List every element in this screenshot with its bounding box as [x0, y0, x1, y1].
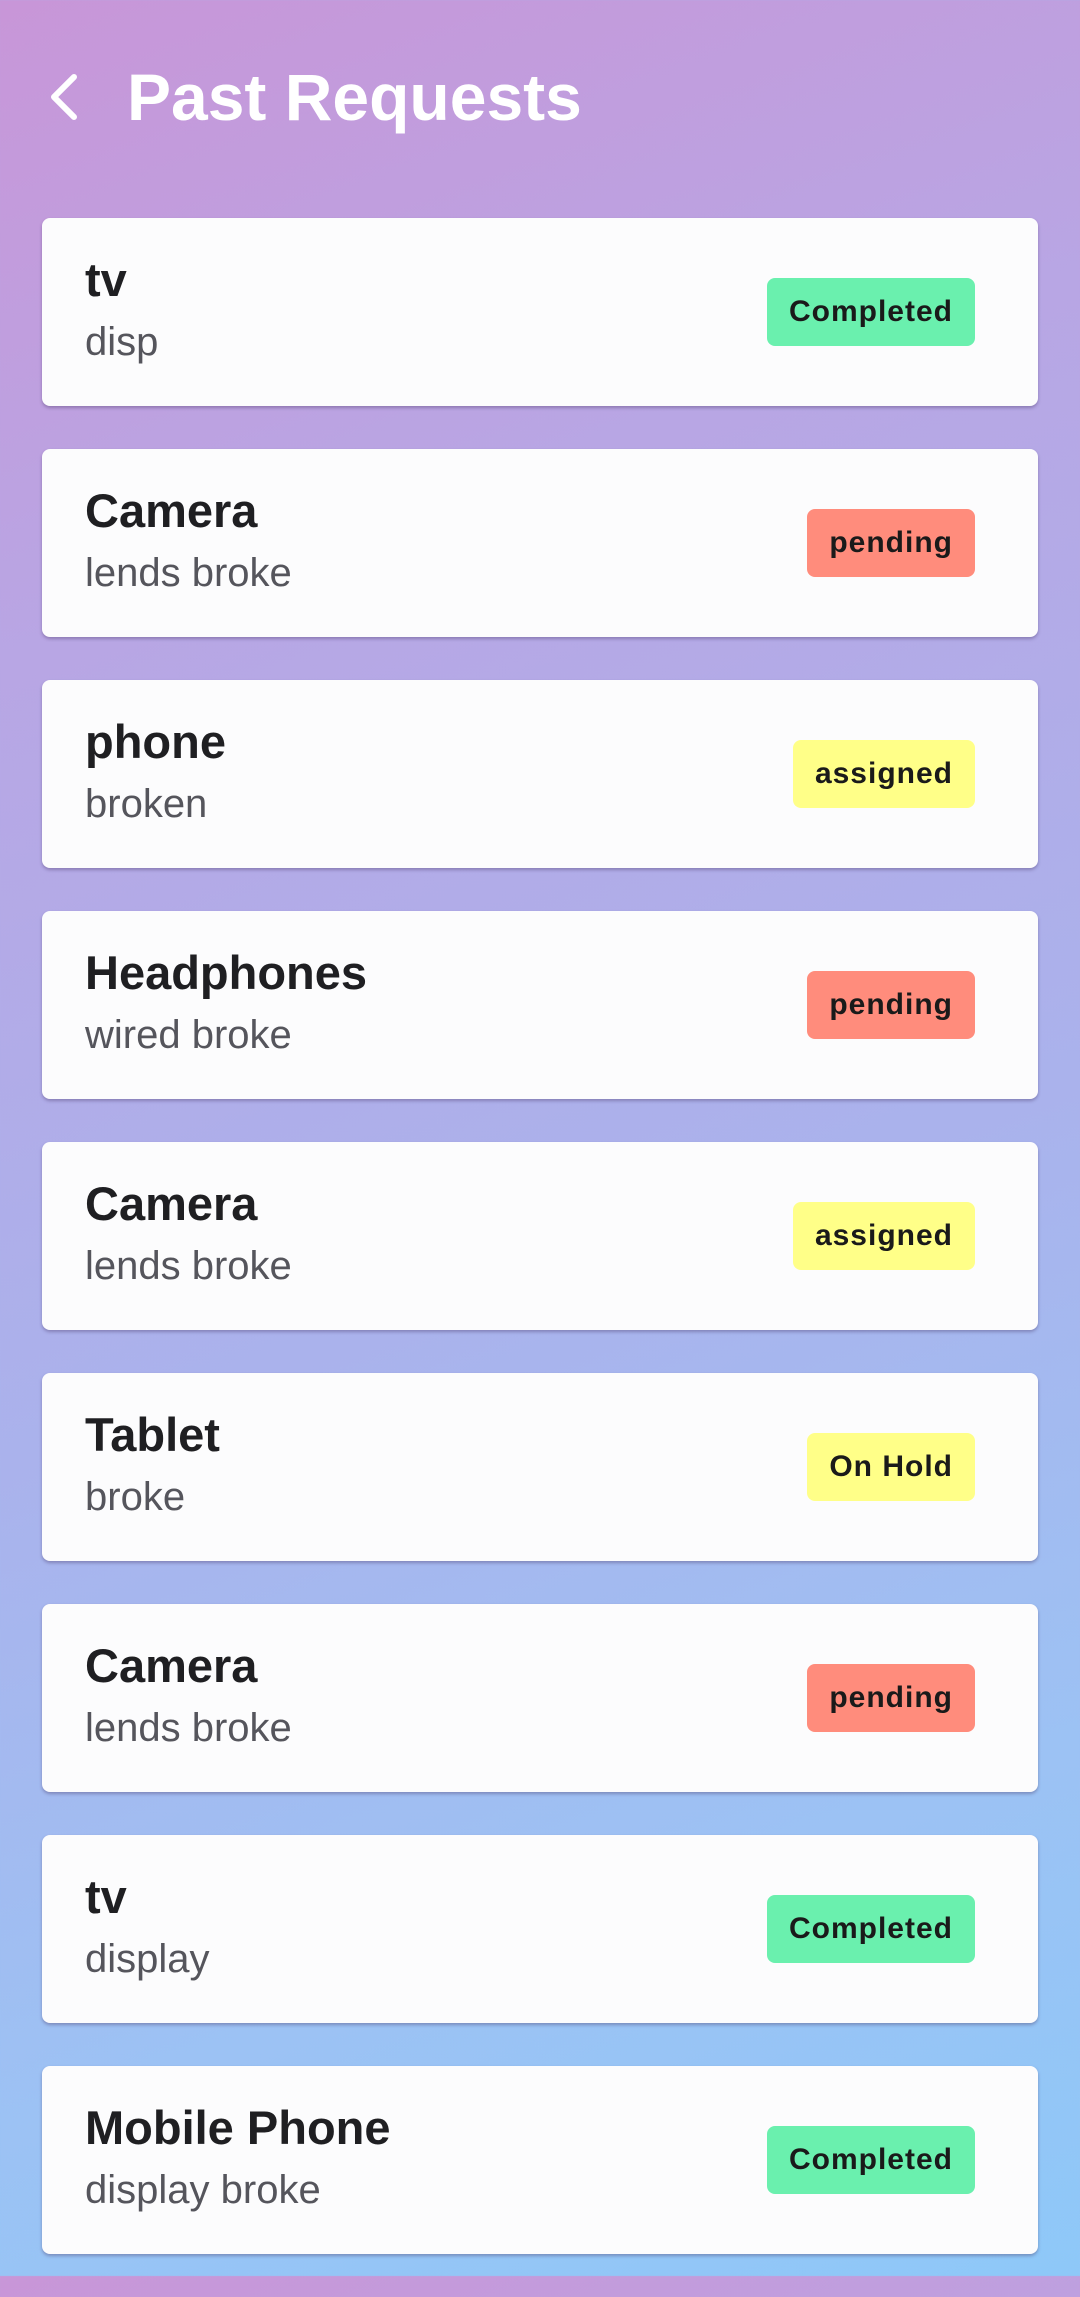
- status-badge: assigned: [792, 1202, 975, 1270]
- request-description: wired broke: [85, 1013, 292, 1057]
- request-description: lends broke: [85, 1706, 292, 1750]
- request-card[interactable]: Camera lends broke pending: [42, 449, 1038, 637]
- status-badge: Completed: [766, 278, 975, 346]
- request-description: broken: [85, 782, 208, 826]
- request-title: phone: [85, 715, 226, 768]
- request-card[interactable]: tv display Completed: [42, 1835, 1038, 2023]
- request-description: display broke: [85, 2168, 321, 2212]
- request-title: Camera: [85, 484, 258, 537]
- request-card[interactable]: Camera lends broke assigned: [42, 1142, 1038, 1330]
- request-description: lends broke: [85, 1244, 292, 1288]
- status-badge: pending: [807, 971, 975, 1039]
- request-title: Camera: [85, 1639, 258, 1692]
- request-list: tv disp Completed Camera lends broke pen…: [42, 218, 1038, 2297]
- status-badge: Completed: [766, 1895, 975, 1963]
- request-title: Camera: [85, 1177, 258, 1230]
- request-title: Headphones: [85, 946, 368, 999]
- status-badge: pending: [807, 509, 975, 577]
- chevron-left-icon: [51, 74, 77, 120]
- back-button[interactable]: [34, 62, 94, 132]
- request-description: disp: [85, 320, 159, 364]
- request-card[interactable]: phone broken assigned: [42, 680, 1038, 868]
- request-title: Mobile Phone: [85, 2101, 391, 2154]
- status-badge: On Hold: [807, 1433, 975, 1501]
- page-title: Past Requests: [127, 60, 582, 134]
- status-badge: pending: [807, 1664, 975, 1732]
- request-title: Tablet: [85, 1408, 220, 1461]
- request-description: broke: [85, 1475, 186, 1519]
- request-description: lends broke: [85, 551, 292, 595]
- request-card[interactable]: Tablet broke On Hold: [42, 1373, 1038, 1561]
- request-description: display: [85, 1937, 210, 1981]
- request-card[interactable]: tv disp Completed: [42, 218, 1038, 406]
- status-badge: Completed: [766, 2126, 975, 2194]
- app-header: Past Requests: [0, 0, 1080, 200]
- request-card[interactable]: Mobile Phone display broke Completed: [42, 2066, 1038, 2254]
- request-card[interactable]: Camera lends broke pending: [42, 1604, 1038, 1792]
- status-badge: assigned: [792, 740, 975, 808]
- request-title: tv: [85, 1870, 127, 1923]
- request-card[interactable]: Headphones wired broke pending: [42, 911, 1038, 1099]
- request-title: tv: [85, 253, 127, 306]
